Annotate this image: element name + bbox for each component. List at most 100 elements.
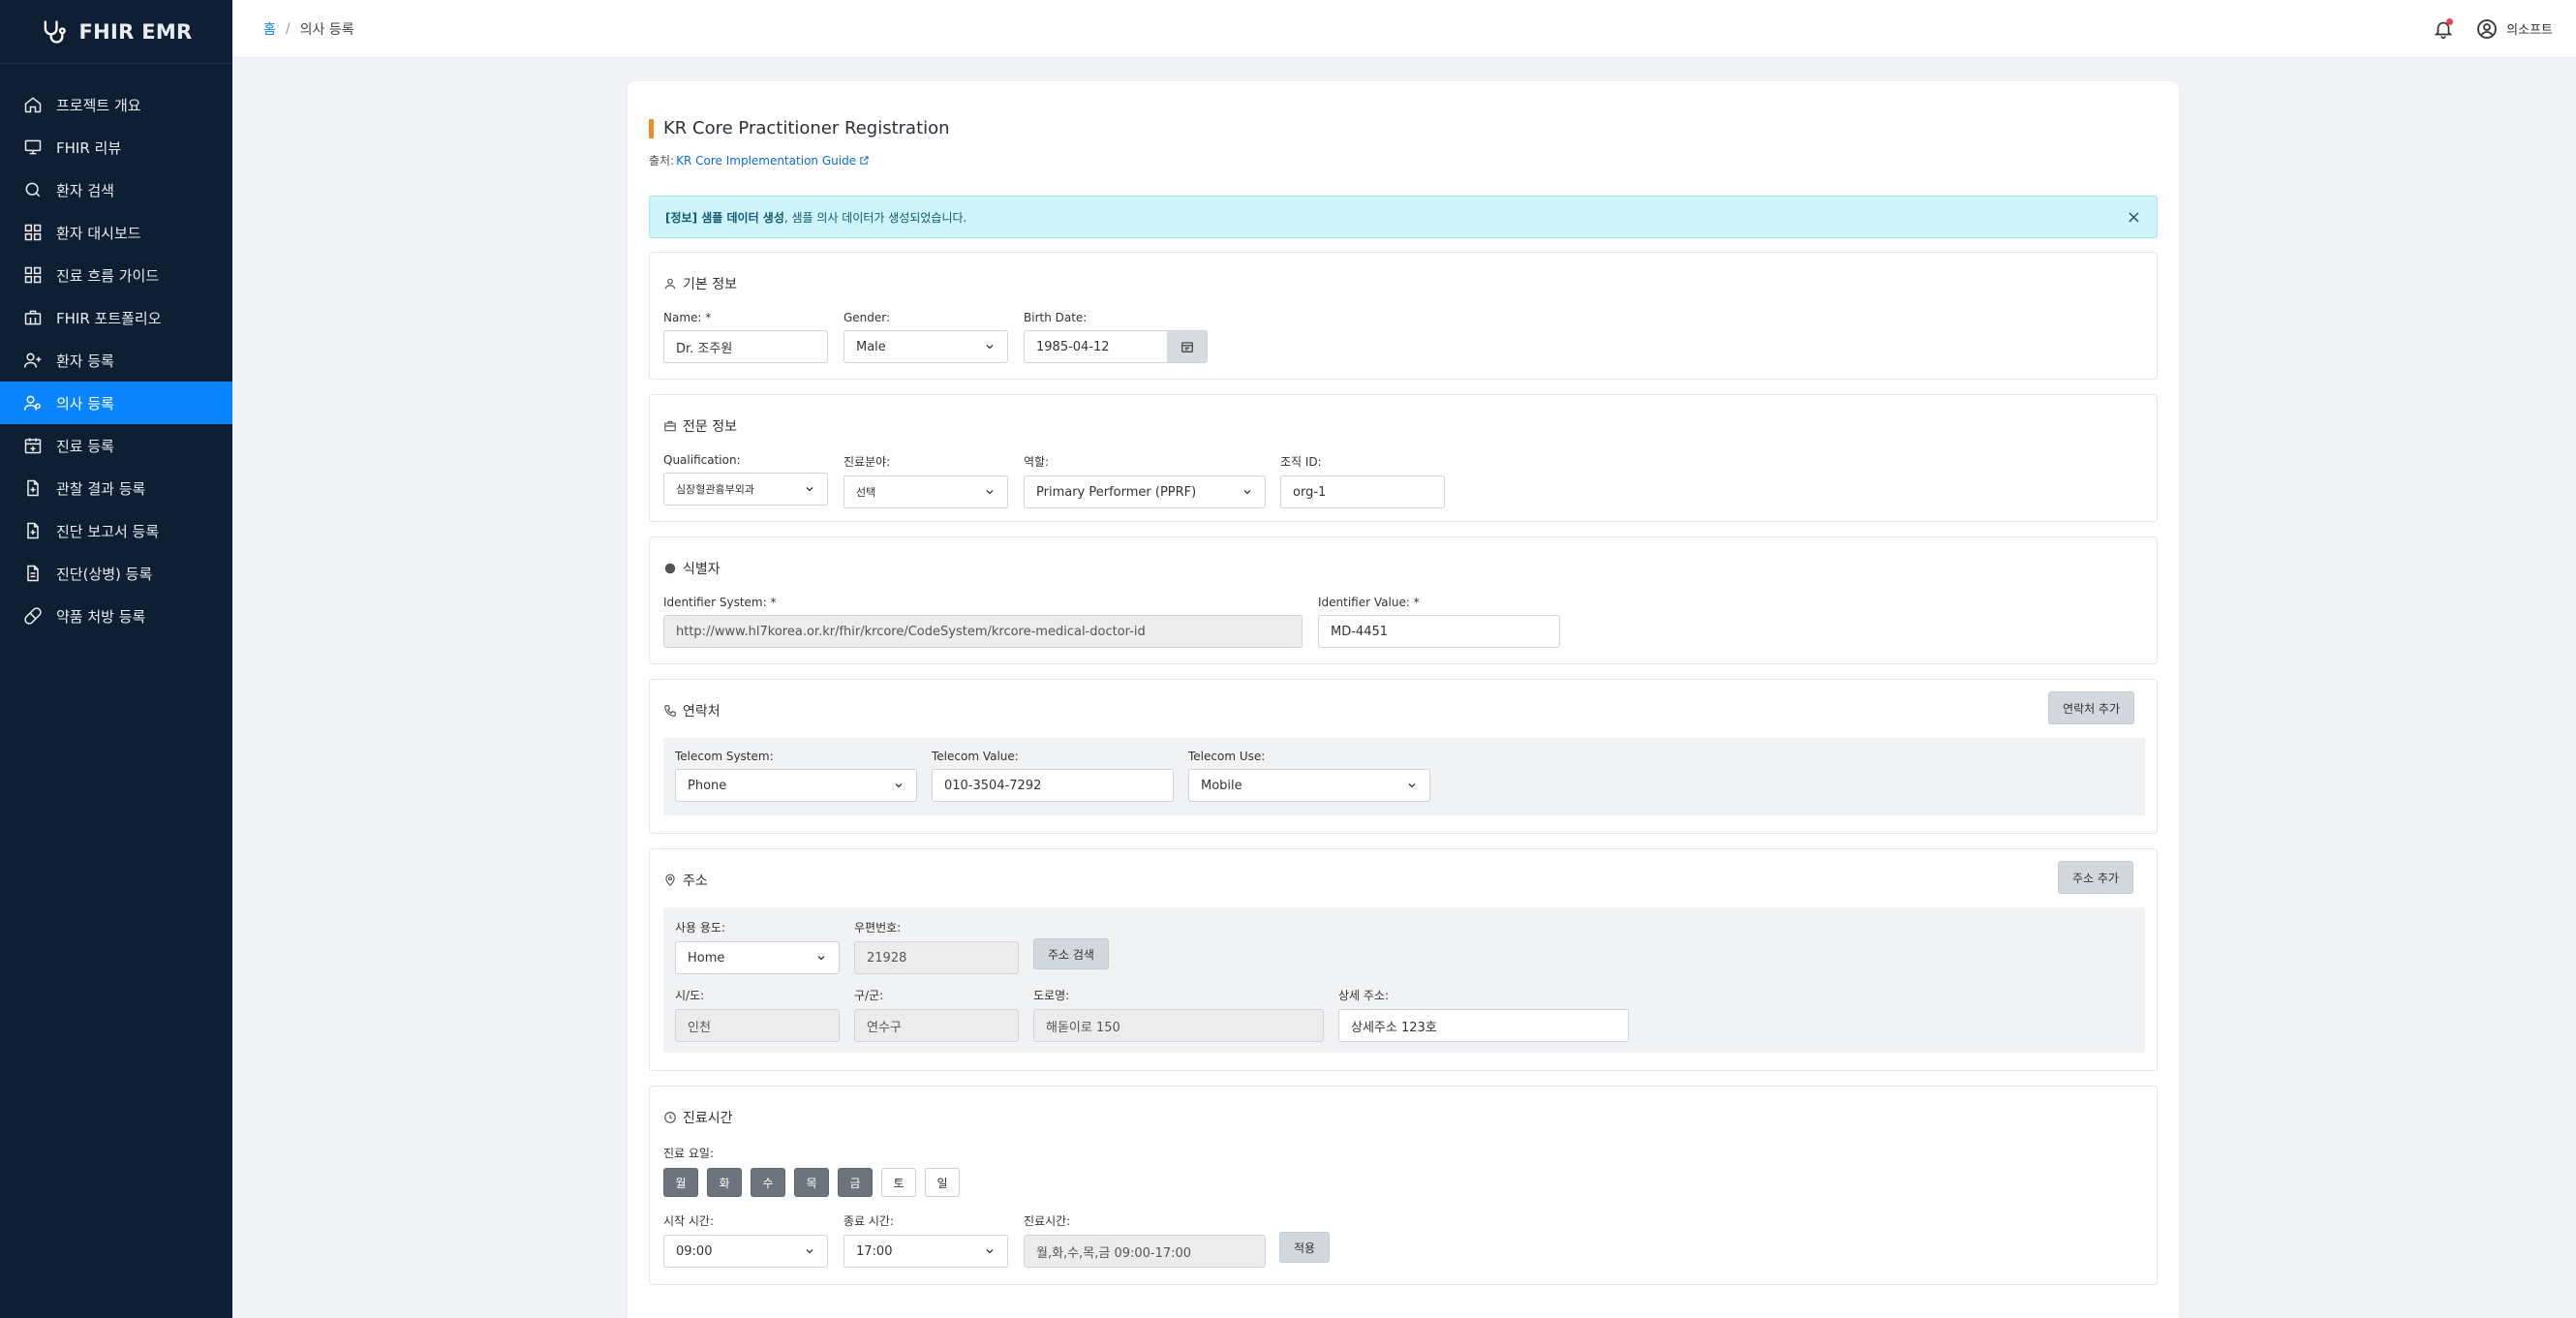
road-input[interactable]: 해돋이로 150 [1033, 1009, 1324, 1042]
day-toggle-mon[interactable]: 월 [663, 1168, 698, 1197]
sidebar-item-overview[interactable]: 프로젝트 개요 [0, 83, 232, 126]
city-label: 시/도: [675, 989, 705, 1002]
section-title: 연락처 [683, 704, 721, 720]
sidebar-item-encounter-register[interactable]: 진료 등록 [0, 424, 232, 467]
telecom-value-input[interactable]: 010-3504-7292 [932, 769, 1174, 802]
birth-date-input[interactable]: 1985-04-12 [1024, 330, 1169, 363]
sidebar-item-patient-dashboard[interactable]: 환자 대시보드 [0, 211, 232, 254]
alert-message: , 샘플 의사 데이터가 생성되었습니다. [783, 210, 967, 225]
name-label: Name: * [663, 311, 712, 324]
gender-value: Male [856, 339, 886, 354]
start-time-field: 시작 시간: 09:00 [663, 1212, 828, 1268]
road-field: 도로명: 해돋이로 150 [1033, 987, 1324, 1042]
sidebar-item-patient-search[interactable]: 환자 검색 [0, 169, 232, 211]
add-contact-button[interactable]: 연락처 추가 [2048, 691, 2135, 724]
telecom-use-field: Telecom Use: Mobile [1188, 750, 1430, 802]
role-select[interactable]: Primary Performer (PPRF) [1024, 475, 1266, 508]
sidebar-item-label: 관찰 결과 등록 [56, 479, 146, 498]
telecom-system-select[interactable]: Phone [675, 769, 917, 802]
postal-code-input[interactable]: 21928 [854, 941, 1019, 974]
chevron-down-icon [806, 1249, 813, 1254]
section-heading: 연락처 [663, 701, 721, 720]
source-link[interactable]: KR Core Implementation Guide [676, 154, 870, 168]
name-input[interactable]: Dr. 조주원 [663, 330, 828, 363]
day-toggle-sat[interactable]: 토 [881, 1168, 916, 1197]
telecom-use-select[interactable]: Mobile [1188, 769, 1430, 802]
telecom-value-label: Telecom Value: [932, 750, 1019, 763]
address-use-label: 사용 용도: [675, 921, 726, 935]
end-time-value: 17:00 [856, 1243, 893, 1259]
start-time-select[interactable]: 09:00 [663, 1235, 828, 1268]
breadcrumb-home-link[interactable]: 홈 [263, 19, 276, 39]
sidebar-item-report-register[interactable]: 진단 보고서 등록 [0, 509, 232, 552]
hours-section: 진료시간 진료 요일: 월 화 수 목 금 토 일 시작 시간: 09:00 종… [649, 1086, 2158, 1285]
specialty-field: 진료분야: 선택 [843, 453, 1008, 508]
identifier-value-input[interactable]: MD-4451 [1318, 615, 1560, 648]
chevron-down-icon [986, 345, 994, 350]
end-time-label: 종료 시간: [843, 1214, 895, 1228]
address-use-select[interactable]: Home [675, 941, 840, 974]
apply-hours-button[interactable]: 적용 [1279, 1232, 1331, 1263]
info-alert: [정보] 샘플 데이터 생성 , 샘플 의사 데이터가 생성되었습니다. × [649, 196, 2158, 238]
brand[interactable]: FHIR EMR [0, 0, 232, 64]
page-title: KR Core Practitioner Registration [663, 118, 950, 138]
sidebar-item-doctor-register[interactable]: 의사 등록 [0, 382, 232, 424]
address-detail-input[interactable]: 상세주소 123호 [1338, 1009, 1629, 1042]
sidebar-item-care-flow[interactable]: 진료 흐름 가이드 [0, 254, 232, 296]
basic-info-section: 기본 정보 Name: * Dr. 조주원 Gender: Male Birth… [649, 252, 2158, 380]
sidebar-item-medication-register[interactable]: 약품 처방 등록 [0, 595, 232, 637]
section-heading: 식별자 [663, 559, 721, 578]
day-toggle-wed[interactable]: 수 [751, 1168, 785, 1197]
brand-title: FHIR EMR [78, 19, 193, 44]
telecom-system-field: Telecom System: Phone [675, 750, 917, 802]
hours-summary-input[interactable]: 월,화,수,목,금 09:00-17:00 [1024, 1235, 1266, 1268]
identifier-section: 식별자 Identifier System: * http://www.hl7k… [649, 536, 2158, 664]
district-input[interactable]: 연수구 [854, 1009, 1019, 1042]
sidebar-item-label: 의사 등록 [56, 394, 114, 413]
city-input[interactable]: 인천 [675, 1009, 840, 1042]
postal-code-field: 우편번호: 21928 [854, 919, 1019, 974]
user-menu[interactable]: 의소프트 [2475, 17, 2553, 41]
chevron-down-icon [986, 490, 994, 495]
sidebar-item-fhir-review[interactable]: FHIR 리뷰 [0, 126, 232, 169]
briefcase-icon [664, 420, 676, 432]
qualification-label: Qualification: [663, 453, 741, 467]
day-toggle-tue[interactable]: 화 [707, 1168, 742, 1197]
external-link-icon [860, 156, 869, 165]
role-value: Primary Performer (PPRF) [1036, 484, 1197, 500]
day-toggle-thu[interactable]: 목 [794, 1168, 829, 1197]
file-plus-icon [27, 479, 39, 497]
calendar-button[interactable] [1167, 330, 1208, 363]
address-search-button[interactable]: 주소 검색 [1033, 938, 1109, 969]
pill-icon [24, 607, 42, 625]
breadcrumb: 홈 / 의사 등록 [263, 19, 354, 39]
hours-summary-field: 진료시간: 월,화,수,목,금 09:00-17:00 [1024, 1212, 1266, 1268]
end-time-select[interactable]: 17:00 [843, 1235, 1008, 1268]
qualification-select[interactable]: 심장혈관흉부외과 [663, 473, 828, 506]
identifier-system-input[interactable]: http://www.hl7korea.or.kr/fhir/krcore/Co… [663, 615, 1303, 648]
add-address-button[interactable]: 주소 추가 [2058, 861, 2133, 894]
section-heading: 주소 [663, 871, 708, 890]
sidebar-item-portfolio[interactable]: FHIR 포트폴리오 [0, 296, 232, 339]
day-toggle-sun[interactable]: 일 [925, 1168, 960, 1197]
sidebar-item-patient-register[interactable]: 환자 등록 [0, 339, 232, 382]
user-circle-icon [2477, 18, 2498, 39]
sidebar-item-condition-register[interactable]: 진단(상병) 등록 [0, 552, 232, 595]
specialty-select[interactable]: 선택 [843, 475, 1008, 508]
sidebar-item-observation-register[interactable]: 관찰 결과 등록 [0, 467, 232, 509]
address-use-field: 사용 용도: Home [675, 919, 840, 974]
organization-input[interactable]: org-1 [1280, 475, 1445, 508]
notification-button[interactable] [2433, 17, 2454, 40]
file-report-icon [27, 522, 39, 539]
sidebar-item-label: 약품 처방 등록 [56, 607, 146, 626]
chevron-down-icon [986, 1249, 994, 1254]
sidebar-item-label: 진단 보고서 등록 [56, 522, 160, 540]
day-toggle-fri[interactable]: 금 [838, 1168, 873, 1197]
alert-close-button[interactable]: × [2127, 207, 2141, 228]
start-time-value: 09:00 [676, 1243, 713, 1259]
gender-select[interactable]: Male [843, 330, 1008, 363]
page-title-row: KR Core Practitioner Registration [649, 118, 950, 138]
organization-field: 조직 ID: org-1 [1280, 453, 1445, 508]
search-icon [25, 182, 41, 198]
source-prefix: 출처: [649, 154, 675, 168]
